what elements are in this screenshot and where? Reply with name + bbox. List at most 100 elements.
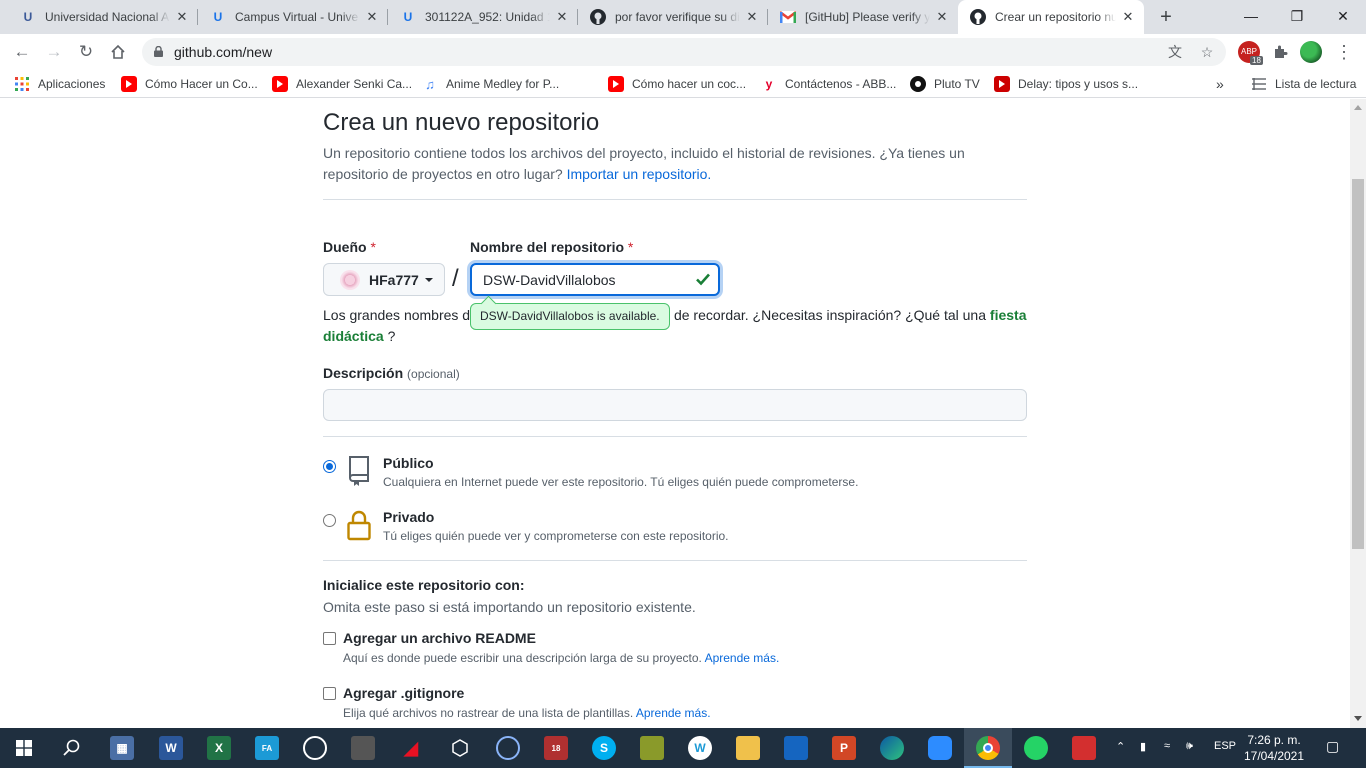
close-tab-icon[interactable]: ✕: [744, 9, 760, 25]
input-language[interactable]: ESP: [1214, 740, 1236, 752]
description-input[interactable]: [323, 389, 1027, 421]
close-tab-icon[interactable]: ✕: [174, 9, 190, 25]
bookmark-item[interactable]: Cómo Hacer un Co...: [121, 75, 258, 93]
search-icon[interactable]: [60, 736, 84, 760]
app-icon[interactable]: [784, 736, 808, 760]
extensions-puzzle-icon[interactable]: [1267, 39, 1293, 65]
zoom-icon[interactable]: [928, 736, 952, 760]
whatsapp-icon[interactable]: [1024, 736, 1048, 760]
unad-icon: U: [23, 10, 33, 24]
browser-tab[interactable]: [GitHub] Please verify y ✕: [768, 0, 958, 34]
calculator-icon[interactable]: ▦: [110, 736, 134, 760]
restore-button[interactable]: ❐: [1274, 0, 1320, 34]
app-icon[interactable]: 18: [544, 736, 568, 760]
page-scrollbar[interactable]: [1350, 99, 1366, 728]
add-gitignore-checkbox[interactable]: [323, 687, 336, 700]
tab-strip: U Universidad Nacional A ✕ U Campus Virt…: [0, 0, 1366, 34]
scroll-up-arrow-icon[interactable]: [1354, 105, 1362, 110]
bookmark-item[interactable]: ♫ Anime Medley for P...: [422, 75, 559, 93]
app-icon[interactable]: [640, 736, 664, 760]
reading-list-button[interactable]: Lista de lectura: [1251, 75, 1356, 93]
more-bookmarks-chevron-icon[interactable]: »: [1216, 75, 1224, 93]
battery-icon[interactable]: ▮: [1140, 740, 1146, 753]
gmail-icon: [780, 9, 796, 25]
powerpoint-icon[interactable]: P: [832, 736, 856, 760]
close-tab-icon[interactable]: ✕: [934, 9, 950, 25]
keyboard-app-icon[interactable]: [351, 736, 375, 760]
browser-toolbar: ← → ↻ github.com/new 文 ☆ ABP 18 ⋮: [0, 34, 1366, 70]
scroll-down-arrow-icon[interactable]: [1354, 716, 1362, 721]
chrome-icon[interactable]: [976, 736, 1000, 760]
close-tab-icon[interactable]: ✕: [1120, 9, 1136, 25]
repo-name-input[interactable]: [470, 263, 720, 296]
acrobat-icon[interactable]: [1072, 736, 1096, 760]
minimize-button[interactable]: —: [1228, 0, 1274, 34]
bookmark-item[interactable]: Cómo hacer un coc...: [608, 75, 746, 93]
app-icon[interactable]: W: [688, 736, 712, 760]
volume-icon[interactable]: 🕪: [1186, 740, 1193, 753]
back-button[interactable]: ←: [9, 39, 35, 65]
browser-tab[interactable]: U Campus Virtual - Unive ✕: [198, 0, 388, 34]
visibility-private-title: Privado: [383, 509, 435, 525]
home-button[interactable]: [105, 39, 131, 65]
browser-tab[interactable]: U 301122A_952: Unidad 1 ✕: [388, 0, 578, 34]
translate-icon[interactable]: 文: [1166, 43, 1184, 61]
show-hidden-icons-chevron-icon[interactable]: ⌃: [1116, 740, 1125, 753]
bookmark-item[interactable]: Alexander Senki Ca...: [272, 75, 412, 93]
add-gitignore-description: Elija qué archivos no rastrear de una li…: [343, 706, 711, 720]
owner-dropdown[interactable]: HFa777: [323, 263, 445, 296]
unad-icon: U: [403, 10, 413, 24]
initialize-title: Inicialice este repositorio con:: [323, 577, 525, 593]
visibility-private-radio[interactable]: [323, 514, 336, 527]
skype-icon[interactable]: S: [592, 736, 616, 760]
bookmark-item[interactable]: у Contáctenos - ABB...: [761, 75, 897, 93]
reload-button[interactable]: ↻: [73, 39, 99, 65]
address-bar[interactable]: github.com/new 文 ☆: [142, 38, 1226, 66]
visibility-public-title: Público: [383, 455, 434, 471]
new-tab-button[interactable]: +: [1154, 5, 1178, 29]
close-tab-icon[interactable]: ✕: [554, 9, 570, 25]
browser-tab[interactable]: U Universidad Nacional A ✕: [8, 0, 198, 34]
app-icon[interactable]: ◢: [399, 736, 423, 760]
system-clock[interactable]: 7:26 p. m. 17/04/2021: [1240, 732, 1308, 764]
bookmark-star-icon[interactable]: ☆: [1198, 43, 1216, 61]
fadgi-icon[interactable]: FA: [255, 736, 279, 760]
bookmark-apps[interactable]: Aplicaciones: [14, 75, 105, 93]
gitignore-learn-more-link[interactable]: Aprende más.: [636, 706, 711, 720]
browser-tab[interactable]: por favor verifique su di ✕: [578, 0, 768, 34]
app-icon[interactable]: [496, 736, 520, 760]
browser-tab-active[interactable]: Crear un repositorio nu ✕: [958, 0, 1144, 34]
word-icon[interactable]: W: [159, 736, 183, 760]
unity-icon[interactable]: [448, 736, 472, 760]
github-icon: [590, 9, 606, 25]
bookmark-item[interactable]: Pluto TV: [910, 75, 980, 93]
page-viewport: Crea un nuevo repositorio Un repositorio…: [0, 99, 1350, 728]
windows-start-icon[interactable]: [12, 736, 36, 760]
extension-badge: 18: [1250, 56, 1263, 65]
add-readme-checkbox[interactable]: [323, 632, 336, 645]
wifi-icon[interactable]: ≈: [1164, 740, 1170, 752]
profile-avatar[interactable]: [1300, 41, 1322, 63]
close-window-button[interactable]: ✕: [1320, 0, 1366, 34]
visibility-public-radio[interactable]: [323, 460, 336, 473]
excel-icon[interactable]: X: [207, 736, 231, 760]
youtube-icon: [121, 76, 137, 92]
forward-button[interactable]: →: [41, 39, 67, 65]
url-text: github.com/new: [174, 44, 273, 60]
readme-learn-more-link[interactable]: Aprende más.: [705, 651, 780, 665]
scrollbar-thumb[interactable]: [1352, 179, 1364, 549]
close-tab-icon[interactable]: ✕: [364, 9, 380, 25]
visibility-private-description: Tú eliges quién puede ver y comprometers…: [383, 529, 729, 543]
visibility-public-description: Cualquiera en Internet puede ver este re…: [383, 475, 859, 489]
app-icon[interactable]: [303, 736, 327, 760]
divider: [323, 560, 1027, 561]
notifications-icon[interactable]: ▢: [1326, 738, 1339, 755]
file-explorer-icon[interactable]: [736, 736, 760, 760]
abb-icon: у: [765, 77, 773, 91]
bookmark-item[interactable]: Delay: tipos y usos s...: [994, 75, 1138, 93]
import-repository-link[interactable]: Importar un repositorio.: [567, 166, 712, 182]
edge-icon[interactable]: [880, 736, 904, 760]
chrome-menu-icon[interactable]: ⋮: [1331, 39, 1357, 65]
repo-name-label: Nombre del repositorio *: [470, 239, 634, 255]
lock-icon: [347, 510, 371, 541]
